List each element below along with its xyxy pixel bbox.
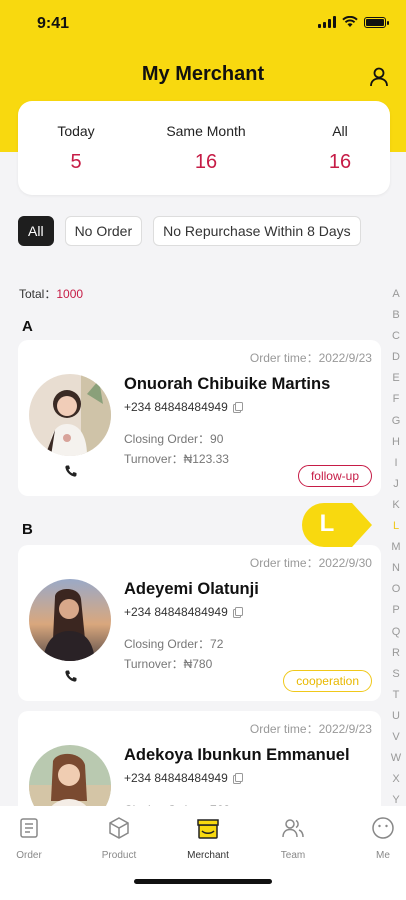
index-indicator-letter: L — [319, 510, 335, 537]
stat-value: 16 — [328, 151, 352, 173]
index-letter[interactable]: T — [393, 685, 400, 706]
closing-order: Closing Order：72 — [124, 637, 224, 651]
index-letter[interactable]: F — [393, 389, 400, 410]
phone-number: +234 84848484949 — [124, 771, 228, 785]
avatar — [29, 374, 111, 456]
total-label: Total： — [19, 287, 57, 301]
battery-icon — [364, 16, 389, 28]
merchant-icon — [197, 819, 219, 839]
index-letter[interactable]: C — [392, 326, 400, 347]
signal-icon — [318, 16, 336, 28]
order-time: Order time：2022/9/23 — [249, 351, 372, 365]
index-letter[interactable]: H — [392, 432, 400, 453]
index-letter[interactable]: M — [391, 537, 400, 558]
phone-icon[interactable] — [64, 464, 78, 478]
status-icons — [318, 16, 389, 28]
avatar — [29, 579, 111, 661]
phone-number: +234 84848484949 — [124, 400, 228, 414]
index-letter[interactable]: X — [392, 769, 399, 790]
filter-all[interactable]: All — [18, 216, 54, 246]
merchant-card[interactable]: Order time：2022/9/30 Adeyemi Olatunji +2… — [18, 545, 381, 701]
copy-icon[interactable] — [232, 606, 243, 618]
phone-icon[interactable] — [64, 669, 78, 683]
tab-label: Merchant — [187, 850, 229, 861]
index-letter[interactable]: K — [392, 495, 399, 516]
index-letter[interactable]: Q — [392, 622, 401, 643]
order-icon — [20, 818, 38, 838]
index-letter[interactable]: S — [392, 664, 399, 685]
index-letter[interactable]: P — [392, 600, 399, 621]
tab-label: Me — [376, 850, 390, 861]
tab-label: Team — [280, 850, 306, 861]
merchant-phone: +234 84848484949 — [124, 400, 243, 414]
status-bar: 9:41 — [0, 0, 406, 44]
status-time: 9:41 — [37, 15, 70, 32]
index-letter[interactable]: R — [392, 643, 400, 664]
total-count: Total：1000 — [19, 285, 83, 302]
status-tag-follow-up[interactable]: follow-up — [297, 465, 372, 487]
stat-label: Today — [57, 123, 95, 139]
turnover: Turnover：₦123.33 — [124, 452, 229, 466]
index-letter[interactable]: V — [392, 727, 399, 748]
index-letter[interactable]: N — [392, 558, 400, 579]
index-letter-active[interactable]: L — [393, 516, 399, 537]
index-letter[interactable]: E — [392, 368, 399, 389]
merchant-screen: 9:41 My Merchant Today 5 Same Month 16 A… — [0, 0, 406, 900]
wifi-icon — [342, 16, 358, 27]
index-letter[interactable]: O — [392, 579, 401, 600]
section-header-a: A — [22, 318, 33, 335]
index-letter[interactable]: I — [394, 453, 397, 474]
tab-label: Order — [16, 850, 42, 861]
stat-all[interactable]: All 16 — [285, 123, 395, 174]
product-icon — [109, 817, 129, 839]
filter-no-order[interactable]: No Order — [64, 216, 143, 246]
filter-chips: All No Order No Repurchase Within 8 Days — [18, 216, 361, 246]
copy-icon[interactable] — [232, 772, 243, 784]
stat-today[interactable]: Today 5 — [21, 123, 131, 174]
page-title: My Merchant — [141, 63, 265, 85]
total-value: 1000 — [56, 287, 84, 301]
tab-bar: Order Product Merchant Team Me — [0, 806, 406, 900]
tab-label: Product — [101, 850, 137, 861]
copy-icon[interactable] — [232, 401, 243, 413]
status-tag-cooperation[interactable]: cooperation — [283, 670, 372, 692]
merchant-name: Adeyemi Olatunji — [124, 580, 259, 598]
tab-team[interactable]: Team — [258, 816, 328, 861]
merchant-card[interactable]: Order time：2022/9/23 Onuorah Chibuike Ma… — [18, 340, 381, 496]
stat-value: 5 — [70, 151, 82, 173]
index-letter[interactable]: J — [393, 474, 399, 495]
home-indicator — [134, 879, 272, 884]
index-letter[interactable]: W — [391, 748, 401, 769]
stat-same-month[interactable]: Same Month 16 — [151, 123, 261, 174]
user-icon[interactable] — [368, 66, 390, 88]
order-time: Order time：2022/9/30 — [249, 556, 372, 570]
merchant-phone: +234 84848484949 — [124, 605, 243, 619]
stats-card: Today 5 Same Month 16 All 16 — [18, 101, 390, 195]
me-icon — [372, 817, 394, 839]
index-letter[interactable]: D — [392, 347, 400, 368]
merchant-phone: +234 84848484949 — [124, 771, 243, 785]
alphabet-index[interactable]: A B C D E F G H I J K L M N O P Q R S T … — [386, 284, 406, 832]
merchant-name: Adekoya Ibunkun Emmanuel — [124, 746, 350, 764]
index-letter[interactable]: A — [392, 284, 399, 305]
team-icon — [282, 819, 304, 838]
turnover: Turnover：₦780 — [124, 657, 213, 671]
phone-number: +234 84848484949 — [124, 605, 228, 619]
index-letter[interactable]: B — [392, 305, 399, 326]
closing-order: Closing Order：90 — [124, 432, 224, 446]
tab-product[interactable]: Product — [84, 816, 154, 861]
stat-label: Same Month — [166, 123, 246, 139]
tab-order[interactable]: Order — [0, 816, 64, 861]
order-time: Order time：2022/9/23 — [249, 722, 372, 736]
stat-value: 16 — [194, 151, 218, 173]
merchant-name: Onuorah Chibuike Martins — [124, 375, 331, 393]
tab-merchant[interactable]: Merchant — [173, 816, 243, 861]
tab-me[interactable]: Me — [348, 816, 406, 861]
section-header-b: B — [22, 521, 33, 538]
index-letter[interactable]: U — [392, 706, 400, 727]
stat-label: All — [332, 123, 348, 139]
filter-no-repurchase[interactable]: No Repurchase Within 8 Days — [153, 216, 361, 246]
index-letter[interactable]: G — [392, 411, 401, 432]
